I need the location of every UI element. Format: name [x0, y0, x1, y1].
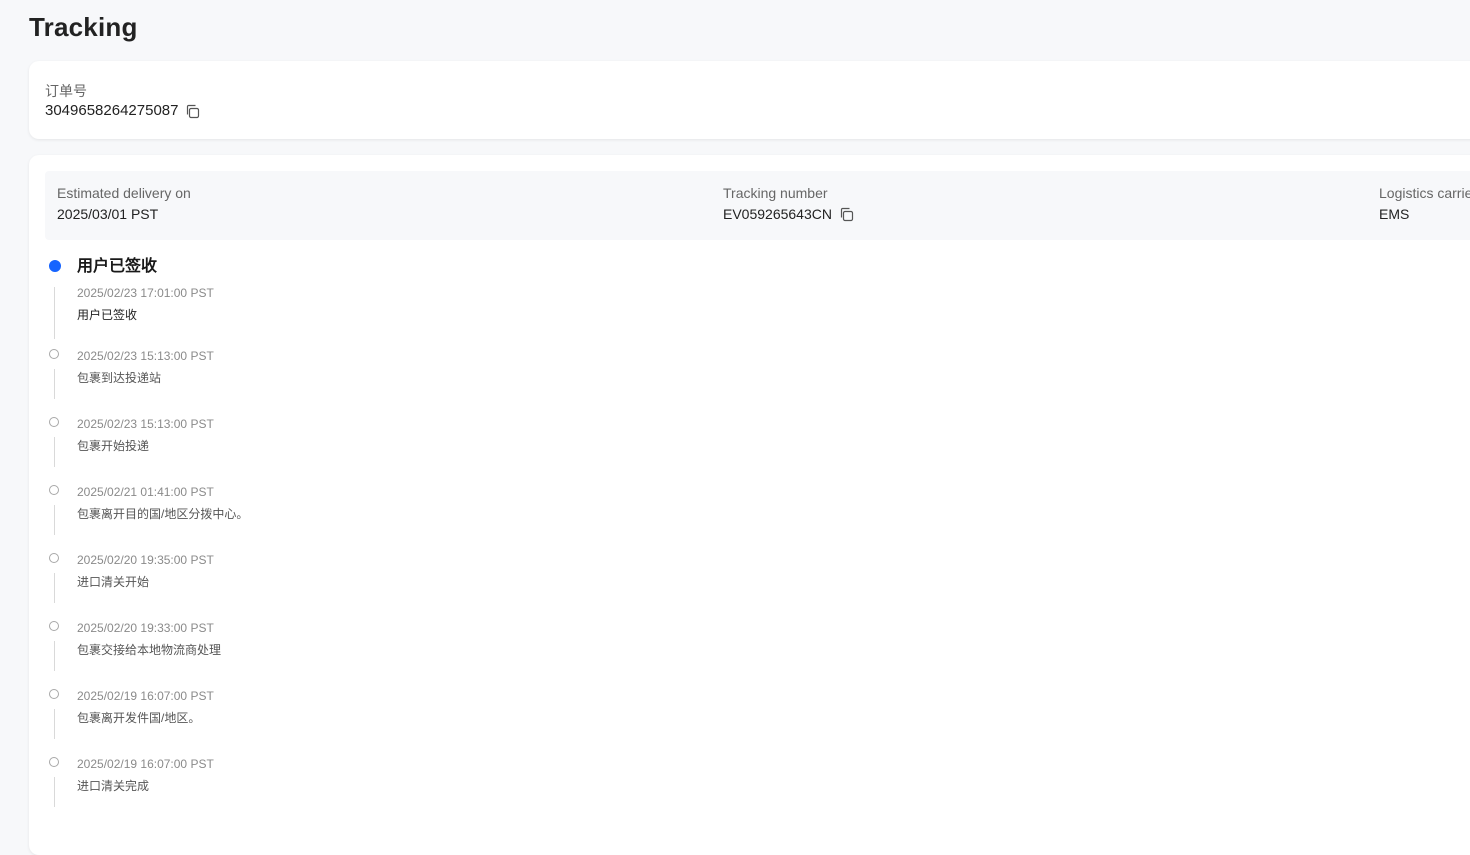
- tracking-number-label: Tracking number: [723, 185, 828, 201]
- event-description: 包裹离开目的国/地区分拨中心。: [77, 507, 249, 521]
- order-card: 订单号 3049658264275087: [29, 61, 1470, 139]
- estimated-delivery: Estimated delivery on 2025/03/01 PST: [57, 185, 191, 222]
- timeline-connector: [54, 505, 55, 535]
- logistics-carrier-value: EMS: [1379, 206, 1410, 222]
- event-time: 2025/02/19 16:07:00 PST: [77, 757, 214, 771]
- event-time: 2025/02/23 17:01:00 PST: [77, 286, 214, 300]
- timeline-connector: [54, 437, 55, 467]
- tracking-card: Estimated delivery on 2025/03/01 PST Tra…: [29, 155, 1470, 855]
- timeline-event: 2025/02/23 15:13:00 PST 包裹开始投递: [45, 417, 1445, 485]
- order-number-value: 3049658264275087: [45, 102, 179, 119]
- event-description: 包裹交接给本地物流商处理: [77, 643, 222, 657]
- event-time: 2025/02/19 16:07:00 PST: [77, 689, 214, 703]
- event-time: 2025/02/20 19:35:00 PST: [77, 553, 214, 567]
- estimated-delivery-label: Estimated delivery on: [57, 185, 191, 201]
- timeline-dot: [49, 553, 59, 563]
- timeline-event: 2025/02/20 19:33:00 PST 包裹交接给本地物流商处理: [45, 621, 1445, 689]
- event-description: 包裹开始投递: [77, 439, 150, 453]
- timeline-dot: [49, 689, 59, 699]
- logistics-carrier-label: Logistics carrie: [1379, 185, 1470, 201]
- current-status-dot: [49, 260, 61, 272]
- timeline-event: 2025/02/21 01:41:00 PST 包裹离开目的国/地区分拨中心。: [45, 485, 1445, 553]
- timeline-event: 2025/02/20 19:35:00 PST 进口清关开始: [45, 553, 1445, 621]
- tracking-number-row: EV059265643CN: [723, 206, 854, 222]
- timeline-event-current: 用户已签收 2025/02/23 17:01:00 PST 用户已签收: [45, 257, 1445, 349]
- tracking-timeline: 用户已签收 2025/02/23 17:01:00 PST 用户已签收 2025…: [45, 257, 1445, 825]
- event-time: 2025/02/21 01:41:00 PST: [77, 485, 214, 499]
- event-description: 包裹离开发件国/地区。: [77, 711, 201, 725]
- timeline-connector: [54, 641, 55, 671]
- timeline-connector: [54, 573, 55, 603]
- timeline-connector: [54, 369, 55, 399]
- timeline-dot: [49, 757, 59, 767]
- timeline-dot: [49, 485, 59, 495]
- event-description: 进口清关完成: [77, 779, 150, 793]
- event-description: 进口清关开始: [77, 575, 150, 589]
- tracking-number: Tracking number EV059265643CN: [723, 185, 854, 222]
- copy-icon[interactable]: [839, 207, 854, 222]
- tracking-number-value: EV059265643CN: [723, 206, 832, 222]
- page-title: Tracking: [29, 12, 138, 42]
- order-number-row: 3049658264275087: [45, 102, 200, 119]
- event-time: 2025/02/23 15:13:00 PST: [77, 349, 214, 363]
- timeline-connector: [54, 709, 55, 739]
- timeline-event: 2025/02/19 16:07:00 PST 进口清关完成: [45, 757, 1445, 825]
- event-description: 包裹到达投递站: [77, 371, 162, 385]
- logistics-carrier: Logistics carrie EMS: [1379, 185, 1470, 222]
- timeline-dot: [49, 349, 59, 359]
- copy-icon[interactable]: [185, 104, 200, 118]
- shipment-summary: Estimated delivery on 2025/03/01 PST Tra…: [45, 171, 1470, 240]
- current-status: 用户已签收: [77, 258, 158, 275]
- timeline-dot: [49, 417, 59, 427]
- timeline-event: 2025/02/19 16:07:00 PST 包裹离开发件国/地区。: [45, 689, 1445, 757]
- timeline-connector: [54, 287, 55, 339]
- timeline-dot: [49, 621, 59, 631]
- event-time: 2025/02/20 19:33:00 PST: [77, 621, 214, 635]
- event-description: 用户已签收: [77, 308, 138, 322]
- event-time: 2025/02/23 15:13:00 PST: [77, 417, 214, 431]
- timeline-event: 2025/02/23 15:13:00 PST 包裹到达投递站: [45, 349, 1445, 417]
- order-number-label: 订单号: [45, 83, 87, 99]
- estimated-delivery-value: 2025/03/01 PST: [57, 206, 159, 222]
